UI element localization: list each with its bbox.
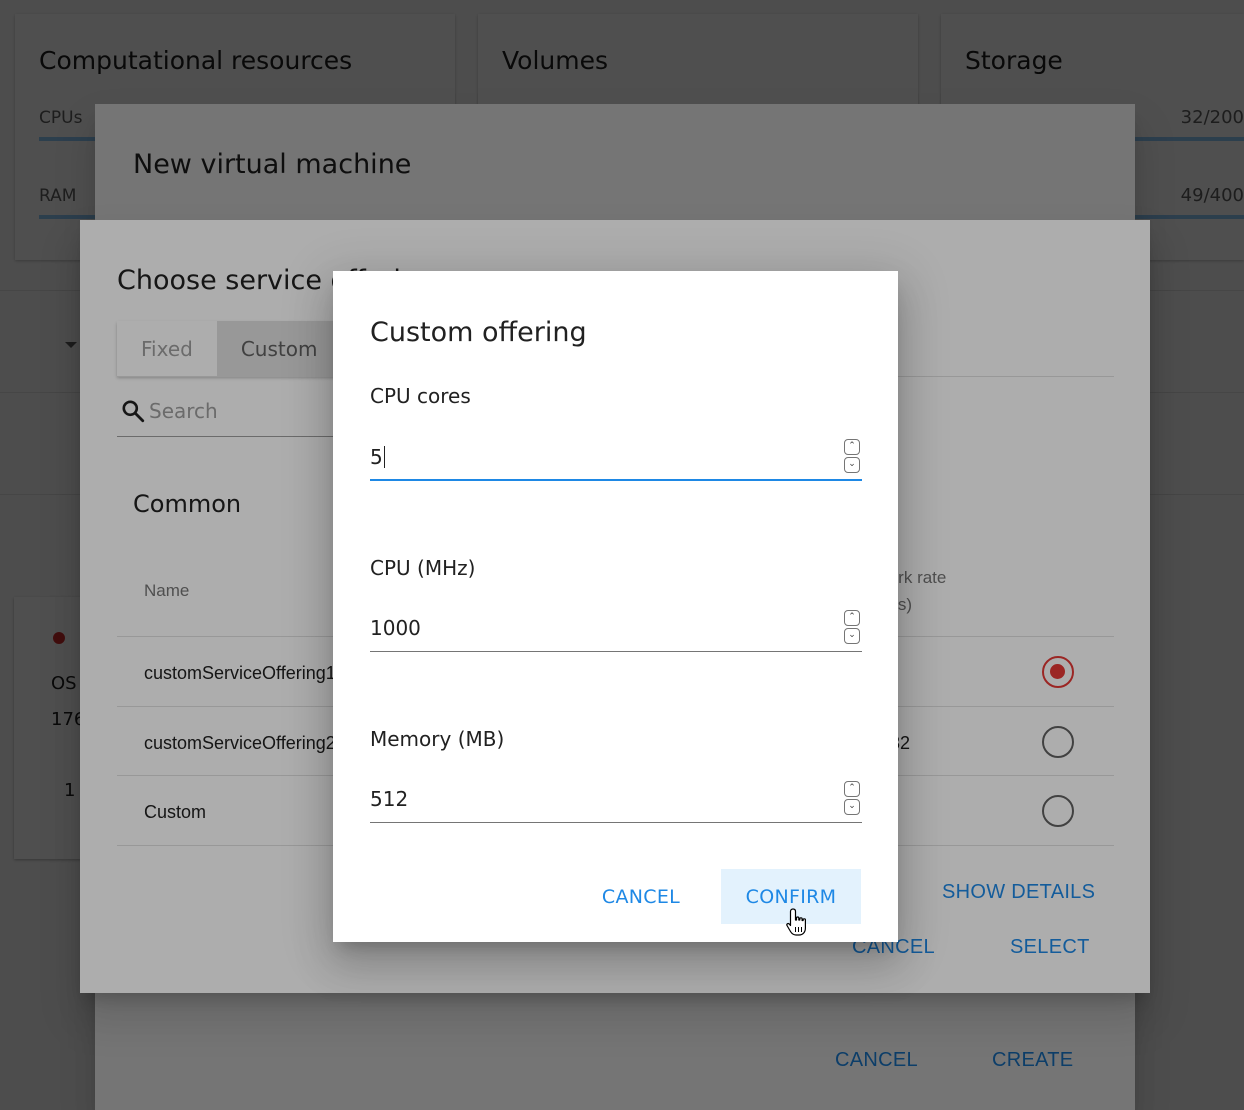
chevron-down-icon[interactable]: ⌄ [844, 457, 860, 473]
cancel-button[interactable]: CANCEL [585, 869, 697, 924]
memory-stepper: ⌃ ⌄ [842, 779, 862, 819]
memory-input[interactable] [370, 787, 810, 811]
chevron-up-icon[interactable]: ⌃ [844, 610, 860, 626]
cpu-cores-stepper: ⌃ ⌄ [842, 437, 862, 477]
chevron-down-icon[interactable]: ⌄ [844, 628, 860, 644]
cpu-mhz-stepper: ⌃ ⌄ [842, 608, 862, 648]
chevron-up-icon[interactable]: ⌃ [844, 781, 860, 797]
cpu-mhz-input[interactable] [370, 616, 810, 640]
cpu-mhz-field: ⌃ ⌄ [370, 608, 862, 652]
custom-offering-dialog: Custom offering CPU cores 5 ⌃ ⌄ CPU (MHz… [333, 271, 898, 942]
text-caret [383, 446, 385, 468]
cpu-cores-field: 5 ⌃ ⌄ [370, 437, 862, 481]
memory-label: Memory (MB) [370, 727, 505, 751]
confirm-button[interactable]: CONFIRM [721, 869, 861, 924]
cpu-mhz-label: CPU (MHz) [370, 556, 476, 580]
cpu-cores-input[interactable]: 5 [370, 445, 810, 469]
chevron-up-icon[interactable]: ⌃ [844, 439, 860, 455]
memory-field: ⌃ ⌄ [370, 779, 862, 823]
dialog-title: Custom offering [370, 317, 587, 348]
cpu-cores-value: 5 [370, 445, 383, 469]
chevron-down-icon[interactable]: ⌄ [844, 799, 860, 815]
cpu-cores-label: CPU cores [370, 384, 471, 408]
